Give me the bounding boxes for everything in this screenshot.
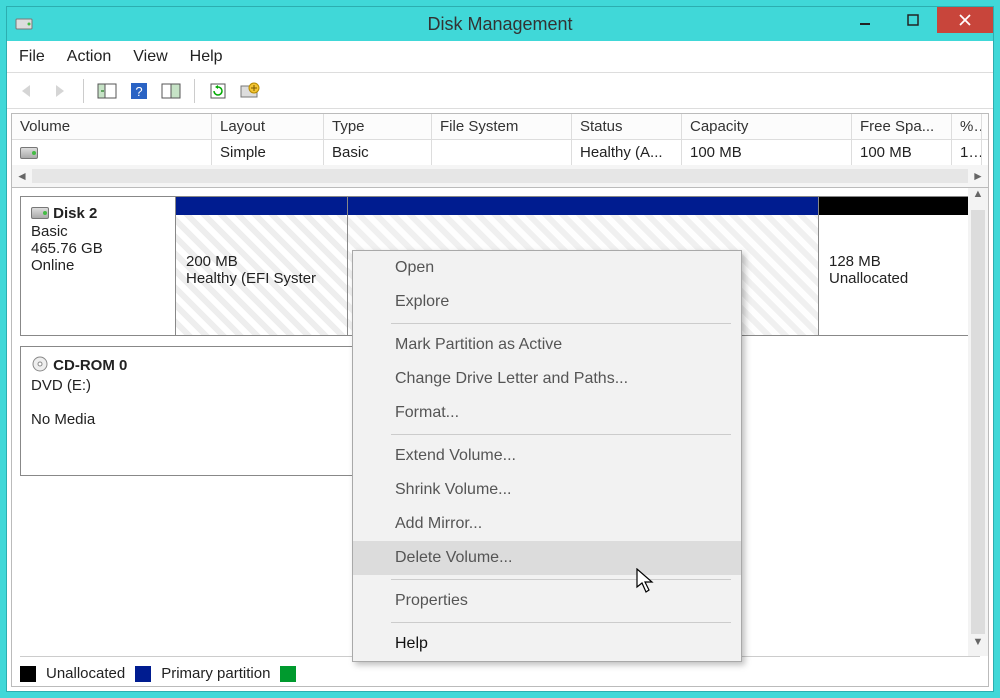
toolbar-separator — [194, 79, 195, 103]
menu-help[interactable]: Help — [190, 48, 223, 66]
ctx-mark-active[interactable]: Mark Partition as Active — [353, 328, 741, 362]
show-hide-tree-button[interactable] — [94, 78, 120, 104]
scroll-right-arrow[interactable]: ► — [968, 169, 988, 183]
legend-swatch-unallocated — [20, 666, 36, 682]
col-percent[interactable]: % — [952, 114, 982, 139]
ctx-add-mirror[interactable]: Add Mirror... — [353, 507, 741, 541]
partition-stripe — [348, 197, 818, 215]
disk-state: Online — [31, 257, 74, 274]
partition-efi[interactable]: 200 MB Healthy (EFI Syster — [176, 197, 348, 335]
disk-row-cdrom[interactable]: CD-ROM 0 DVD (E:) No Media — [20, 346, 360, 476]
col-volume[interactable]: Volume — [12, 114, 212, 139]
menu-file[interactable]: File — [19, 48, 45, 66]
cd-state: No Media — [31, 411, 95, 428]
svg-text:?: ? — [135, 84, 142, 99]
ctx-separator — [391, 323, 731, 324]
nav-forward-button — [47, 78, 73, 104]
menubar: File Action View Help — [7, 41, 993, 73]
refresh-button[interactable] — [205, 78, 231, 104]
legend-label-primary: Primary partition — [161, 665, 270, 682]
ctx-open[interactable]: Open — [353, 251, 741, 285]
table-header: Volume Layout Type File System Status Ca… — [12, 114, 988, 140]
partition-stripe — [819, 197, 979, 215]
ctx-properties[interactable]: Properties — [353, 584, 741, 618]
ctx-explore[interactable]: Explore — [353, 285, 741, 319]
rescan-disks-button[interactable] — [237, 78, 263, 104]
menu-action[interactable]: Action — [67, 48, 111, 66]
ctx-delete-volume[interactable]: Delete Volume... — [353, 541, 741, 575]
cell-free: 100 MB — [852, 140, 952, 165]
partition-status: Healthy (EFI Syster — [186, 270, 316, 287]
disk-info[interactable]: Disk 2 Basic 465.76 GB Online — [21, 197, 176, 335]
scroll-track[interactable] — [32, 169, 968, 183]
cell-type: Basic — [324, 140, 432, 165]
volume-table: Volume Layout Type File System Status Ca… — [12, 114, 988, 188]
cell-percent: 10 — [952, 140, 982, 165]
ctx-separator — [391, 622, 731, 623]
col-capacity[interactable]: Capacity — [682, 114, 852, 139]
partition-stripe — [176, 197, 347, 215]
ctx-shrink[interactable]: Shrink Volume... — [353, 473, 741, 507]
minimize-button[interactable] — [841, 7, 889, 33]
maximize-button[interactable] — [889, 7, 937, 33]
col-filesystem[interactable]: File System — [432, 114, 572, 139]
col-layout[interactable]: Layout — [212, 114, 324, 139]
cell-fs — [432, 140, 572, 165]
col-type[interactable]: Type — [324, 114, 432, 139]
scroll-thumb[interactable] — [971, 210, 985, 634]
ctx-separator — [391, 579, 731, 580]
disk-size: 465.76 GB — [31, 240, 103, 257]
ctx-format[interactable]: Format... — [353, 396, 741, 430]
view-settings-button[interactable] — [158, 78, 184, 104]
nav-back-button — [15, 78, 41, 104]
partition-size: 128 MB — [829, 253, 881, 270]
disk-type: Basic — [31, 223, 68, 240]
col-status[interactable]: Status — [572, 114, 682, 139]
ctx-separator — [391, 434, 731, 435]
table-row[interactable]: Simple Basic Healthy (A... 100 MB 100 MB… — [12, 140, 988, 165]
titlebar: Disk Management — [7, 7, 993, 41]
horizontal-scrollbar[interactable]: ◄ ► — [12, 165, 988, 187]
scroll-left-arrow[interactable]: ◄ — [12, 169, 32, 183]
legend-swatch-primary — [135, 666, 151, 682]
cell-capacity: 100 MB — [682, 140, 852, 165]
cd-name: CD-ROM 0 — [53, 357, 127, 374]
context-menu: Open Explore Mark Partition as Active Ch… — [352, 250, 742, 662]
scroll-down-arrow[interactable]: ▼ — [968, 636, 988, 656]
app-icon — [15, 15, 33, 33]
disk-icon — [20, 147, 38, 159]
menu-view[interactable]: View — [133, 48, 167, 66]
vertical-scrollbar[interactable]: ▲ ▼ — [968, 188, 988, 656]
toolbar-separator — [83, 79, 84, 103]
ctx-change-letter[interactable]: Change Drive Letter and Paths... — [353, 362, 741, 396]
cell-layout: Simple — [212, 140, 324, 165]
close-button[interactable] — [937, 7, 993, 33]
legend-swatch-other — [280, 666, 296, 682]
disk-name: Disk 2 — [53, 205, 97, 222]
help-button[interactable]: ? — [126, 78, 152, 104]
cd-drive: DVD (E:) — [31, 377, 91, 394]
partition-size: 200 MB — [186, 253, 238, 270]
legend-label-unallocated: Unallocated — [46, 665, 125, 682]
partition-status: Unallocated — [829, 270, 908, 287]
ctx-help[interactable]: Help — [353, 627, 741, 661]
cell-status: Healthy (A... — [572, 140, 682, 165]
partition-unallocated[interactable]: 128 MB Unallocated — [819, 197, 979, 335]
toolbar: ? — [7, 73, 993, 109]
col-free[interactable]: Free Spa... — [852, 114, 952, 139]
scroll-up-arrow[interactable]: ▲ — [968, 188, 988, 208]
cdrom-icon — [31, 355, 49, 377]
disk-icon — [31, 206, 49, 223]
ctx-extend[interactable]: Extend Volume... — [353, 439, 741, 473]
